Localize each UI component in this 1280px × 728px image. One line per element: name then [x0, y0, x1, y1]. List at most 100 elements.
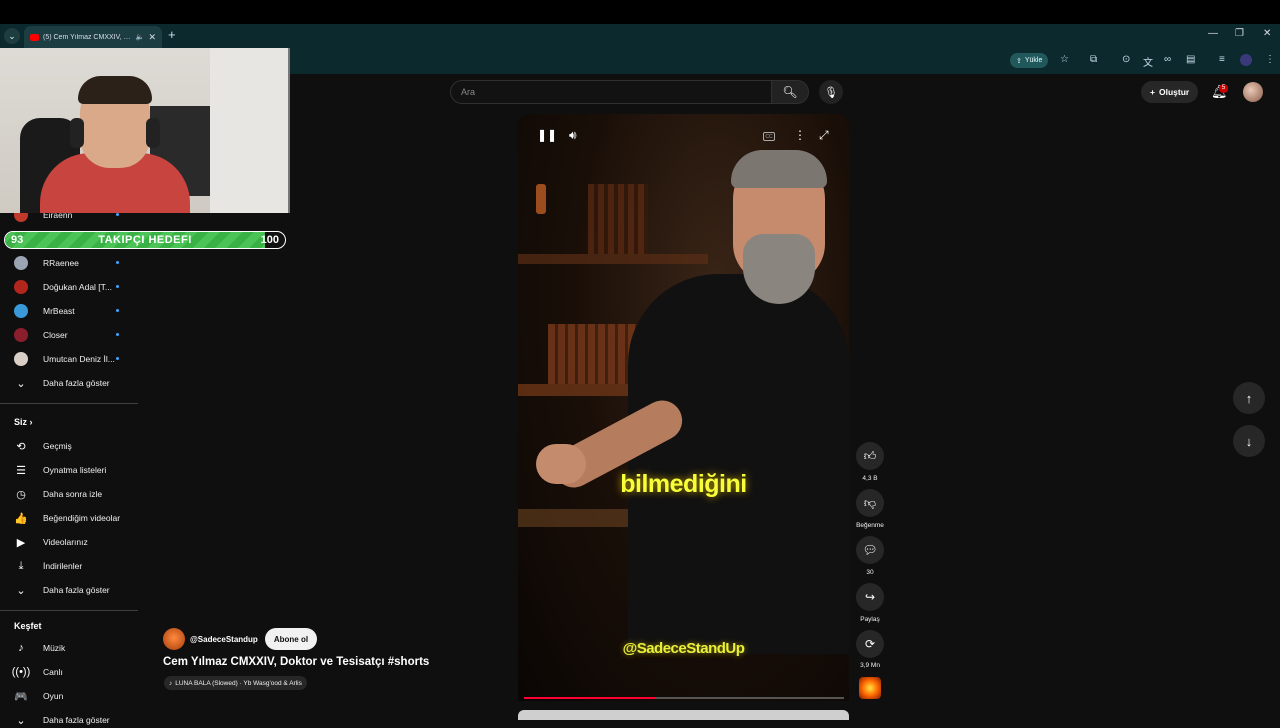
- browser-tab[interactable]: (5) Cem Yılmaz CMXXIV, Do 🔈 ✕: [24, 26, 162, 48]
- live-dot: [116, 261, 119, 264]
- sidebar-item-downloads[interactable]: ⤓ İndirilenler: [14, 558, 83, 574]
- goal-label: TAKIPÇI HEDEFI: [98, 234, 192, 246]
- sidebar-subscription[interactable]: Doğukan Adal [T...: [14, 279, 119, 295]
- sidebar-item-label: Umutcan Deniz İl...: [43, 354, 115, 364]
- sidebar-item-label: Geçmiş: [43, 441, 72, 451]
- new-tab-button[interactable]: +: [168, 27, 176, 42]
- sidebar-item-label: RRaenee: [43, 258, 79, 268]
- search-icon: 🔍︎: [782, 85, 798, 99]
- create-label: Oluştur: [1158, 87, 1190, 97]
- captions-icon[interactable]: CC: [763, 132, 775, 141]
- music-chip[interactable]: ♪ LUNA BALA (Slowed) · Yb Wasg'ood & Arli…: [164, 676, 307, 690]
- sidebar-item-watch-later[interactable]: ◷ Daha sonra izle: [14, 486, 102, 502]
- screenshot-icon[interactable]: ⊙: [1122, 54, 1130, 65]
- sidebar-item-label: Daha fazla göster: [43, 378, 110, 388]
- subs-show-more[interactable]: ⌄ Daha fazla göster: [14, 375, 110, 391]
- dislike-button[interactable]: 👎︎: [856, 489, 884, 517]
- sidebar-item-music[interactable]: ♪ Müzik: [14, 640, 65, 656]
- gamepad-icon: 🎮: [14, 690, 28, 703]
- arrow-up-icon: ↑: [1245, 390, 1253, 406]
- sidebar-item-history[interactable]: ⟲ Geçmiş: [14, 438, 72, 454]
- sidebar-item-label: Daha sonra izle: [43, 489, 103, 499]
- sidebar-item-live[interactable]: ((•)) Canlı: [12, 664, 63, 680]
- channel-avatar: [14, 256, 28, 270]
- speaker-icon[interactable]: 🔈: [136, 33, 145, 41]
- sidebar-subscription[interactable]: MrBeast: [14, 303, 119, 319]
- sidebar-item-gaming[interactable]: 🎮 Oyun: [14, 688, 63, 704]
- tab-strip: ⌄ (5) Cem Yılmaz CMXXIV, Do 🔈 ✕ + — ❐ ✕: [0, 24, 1280, 48]
- sidebar-subscription[interactable]: Umutcan Deniz İl...: [14, 351, 119, 367]
- channel-avatar: [14, 280, 28, 294]
- upload-icon: ⇪: [1016, 57, 1022, 65]
- create-button[interactable]: + Oluştur: [1141, 81, 1199, 103]
- comment-count: 30: [866, 569, 874, 576]
- browser-profile-avatar[interactable]: [1240, 54, 1252, 66]
- subscribe-button[interactable]: Abone ol: [264, 628, 318, 650]
- sound-thumbnail[interactable]: [859, 677, 881, 699]
- sidebar-item-your-videos[interactable]: ▶ Videolarınız: [14, 534, 88, 550]
- channel-name[interactable]: @SadeceStandup: [190, 635, 258, 644]
- minimize-icon[interactable]: —: [1208, 28, 1218, 39]
- volume-icon[interactable]: 🔊︎: [569, 128, 577, 143]
- search-button[interactable]: 🔍︎: [771, 80, 809, 104]
- comments-button[interactable]: 💬︎: [856, 536, 884, 564]
- bookmark-star-icon[interactable]: ☆: [1060, 54, 1069, 65]
- webcam-overlay: [0, 48, 290, 213]
- sidebar-subscription[interactable]: RRaenee: [14, 255, 119, 271]
- pause-icon[interactable]: ❚❚: [537, 128, 557, 142]
- dislike-label: Beğenme: [856, 522, 884, 529]
- menu-icon[interactable]: ⋮: [1265, 54, 1275, 65]
- sidebar-item-label: Doğukan Adal [T...: [43, 282, 112, 292]
- media-icon[interactable]: ≡: [1219, 54, 1225, 65]
- music-label: LUNA BALA (Slowed) · Yb Wasg'ood & Arlis: [175, 679, 302, 687]
- next-short-button[interactable]: ↓: [1233, 425, 1265, 457]
- arrow-down-icon: ↓: [1245, 433, 1253, 449]
- live-dot: [116, 357, 119, 360]
- explore-show-more[interactable]: ⌄ Daha fazla göster: [14, 712, 109, 728]
- sidebar-item-label: Videolarınız: [43, 537, 88, 547]
- follower-goal-bar: 93 TAKIPÇI HEDEFI 100: [4, 231, 286, 249]
- shorts-video-player[interactable]: bilmediğini @SadeceStandUp ❚❚ 🔊︎ CC ⋮ ⤢: [518, 114, 849, 701]
- you-header[interactable]: Siz ›: [14, 417, 33, 427]
- link-icon[interactable]: ∞: [1164, 54, 1171, 65]
- next-short-preview[interactable]: [518, 710, 849, 720]
- search-input[interactable]: Ara: [450, 80, 772, 104]
- sidebar-item-liked[interactable]: 👍 Beğendiğim videolar: [14, 510, 120, 526]
- tab-search-button[interactable]: ⌄: [4, 28, 20, 44]
- channel-avatar[interactable]: [163, 628, 185, 650]
- more-options-icon[interactable]: ⋮: [794, 128, 806, 142]
- share-button[interactable]: ↪: [856, 583, 884, 611]
- like-button[interactable]: 👍︎: [856, 442, 884, 470]
- close-window-icon[interactable]: ✕: [1263, 28, 1271, 39]
- divider: [0, 403, 138, 404]
- sidepanel-icon[interactable]: ▤: [1186, 54, 1195, 65]
- avatar[interactable]: [1243, 82, 1263, 102]
- close-tab-icon[interactable]: ✕: [148, 32, 156, 43]
- sidebar-item-label: Closer: [43, 330, 68, 340]
- divider: [0, 610, 138, 611]
- sidebar-item-label: Canlı: [43, 667, 63, 677]
- extensions-icon[interactable]: ⧉: [1090, 54, 1097, 65]
- previous-short-button[interactable]: ↑: [1233, 382, 1265, 414]
- download-icon: ⤓: [18, 559, 24, 572]
- sidebar-item-playlists[interactable]: ☰ Oynatma listeleri: [14, 462, 106, 478]
- video-title[interactable]: Cem Yılmaz CMXXIV, Doktor ve Tesisatçı #…: [163, 656, 429, 668]
- share-label: Paylaş: [860, 616, 880, 623]
- fullscreen-icon[interactable]: ⤢: [819, 128, 829, 143]
- share-icon: ↪: [864, 590, 876, 604]
- you-show-more[interactable]: ⌄ Daha fazla göster: [14, 582, 109, 598]
- chevron-down-icon: ⌄: [16, 377, 26, 390]
- voice-search-button[interactable]: 🎙︎: [819, 80, 843, 104]
- sidebar-item-label: Oyun: [43, 691, 64, 701]
- translate-icon[interactable]: 文: [1143, 54, 1153, 69]
- video-progress-bar[interactable]: [524, 697, 844, 699]
- sidebar-subscription[interactable]: Closer: [14, 327, 119, 343]
- restore-icon[interactable]: ❐: [1235, 28, 1244, 39]
- music-icon: ♪: [18, 642, 24, 654]
- remix-button[interactable]: ⟳: [856, 630, 884, 658]
- music-note-icon: ♪: [169, 679, 173, 687]
- upload-button[interactable]: ⇪ Yükle: [1010, 53, 1049, 68]
- sidebar-item-label: İndirilenler: [43, 561, 83, 571]
- comment-icon: 💬︎: [862, 543, 878, 557]
- live-dot: [116, 213, 119, 216]
